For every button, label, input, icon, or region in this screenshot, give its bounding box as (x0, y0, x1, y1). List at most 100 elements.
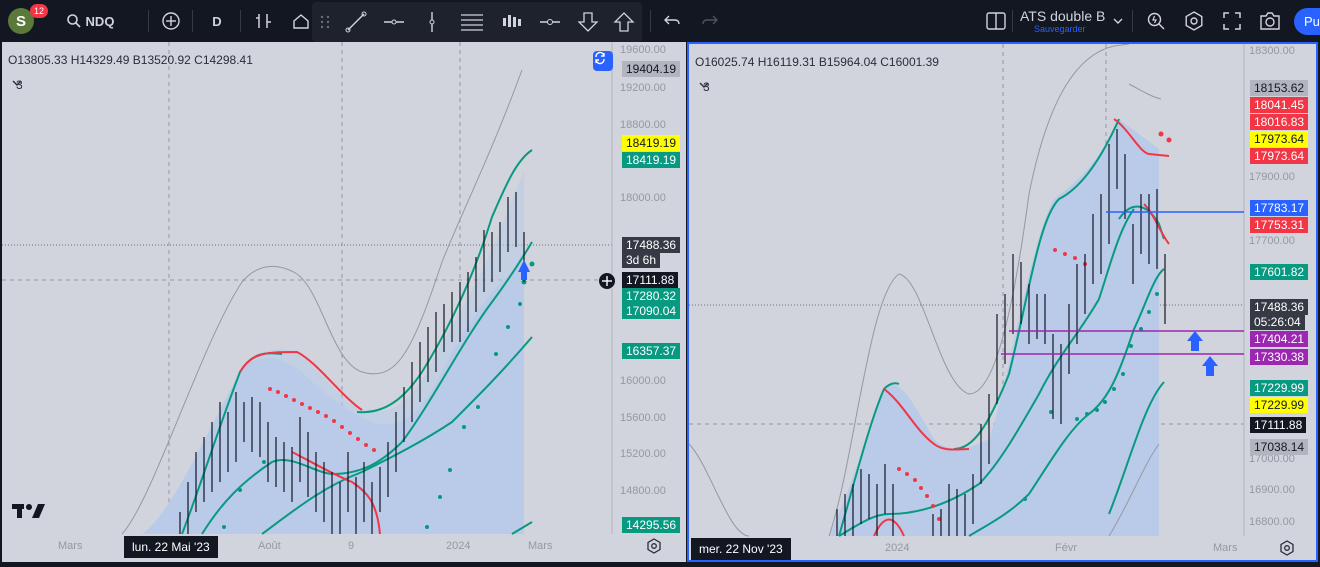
interval-button[interactable]: D (200, 0, 234, 42)
price-label: 18419.19 (622, 152, 681, 168)
price-scale-tick: 14800.00 (620, 485, 666, 497)
trend-line-tool[interactable] (340, 2, 372, 42)
price-label: 17783.17 (1250, 200, 1309, 216)
time-scale-label: 2024 (885, 542, 910, 554)
compare-symbol-button[interactable] (156, 0, 186, 42)
separator (148, 10, 149, 32)
time-scale-label: Févr (1055, 542, 1077, 554)
notification-badge[interactable]: 12 (30, 4, 48, 18)
long-position-tool[interactable] (496, 2, 528, 42)
price-label: 18016.83 (1250, 114, 1309, 130)
countdown-label: 3d 6h (622, 252, 661, 268)
plus-icon (602, 276, 612, 286)
layout-menu-toggle[interactable] (1110, 0, 1126, 42)
drag-handle[interactable] (314, 2, 336, 42)
snapshot-icon (1260, 12, 1280, 30)
publish-button[interactable]: Pu (1294, 8, 1320, 35)
price-scale-tick: 16800.00 (1249, 516, 1295, 528)
price-label: 17753.31 (1250, 217, 1309, 233)
time-scale-label: Mars (528, 540, 553, 552)
fullscreen-button[interactable] (1218, 0, 1246, 42)
price-range-icon (540, 19, 560, 25)
save-status: Sauvegarder (1034, 24, 1086, 34)
channel-tool[interactable] (454, 2, 490, 42)
vertical-line-tool[interactable] (416, 2, 448, 42)
redo-button[interactable] (696, 0, 724, 42)
time-scale-label: Mars (1213, 542, 1238, 554)
indicators-collapse-toggle[interactable]: 3 (12, 78, 23, 92)
chevron-down-icon (12, 80, 22, 86)
price-label: 17973.64 (1250, 131, 1309, 147)
gear-icon (1280, 540, 1294, 556)
price-scale-tick: 19600.00 (620, 44, 666, 56)
channel-icon (461, 14, 483, 31)
separator (240, 10, 241, 32)
horizontal-line-tool[interactable] (378, 2, 410, 42)
layout-button[interactable] (982, 0, 1010, 42)
snapshot-button[interactable] (1256, 0, 1284, 42)
price-label: 17229.99 (1250, 397, 1309, 413)
vertical-line-icon (429, 12, 435, 32)
crosshair-price-label: 17111.88 (1250, 417, 1307, 433)
add-alert-button[interactable] (598, 272, 616, 290)
time-scale-label: Mars (58, 540, 83, 552)
right-chart-pane[interactable]: O16025.74 H16119.31 B15964.04 C16001.39 … (687, 42, 1318, 562)
price-label: 17280.32 (622, 288, 681, 304)
price-range-tool[interactable] (534, 2, 566, 42)
countdown-label: 05:26:04 (1250, 314, 1305, 330)
drawing-toolbar (312, 2, 642, 42)
layout-icon (986, 12, 1006, 30)
quick-search-icon (1147, 12, 1165, 30)
indicators-button[interactable] (248, 0, 280, 42)
templates-button[interactable] (288, 0, 314, 42)
left-chart-canvas[interactable] (2, 42, 686, 562)
templates-icon (293, 14, 309, 29)
top-toolbar: S 12 NDQ D ATS double B Sauvegarder Pu (0, 0, 1320, 42)
price-scale-tick: 17900.00 (1249, 171, 1295, 183)
sync-icon (595, 51, 605, 65)
price-label: 18041.45 (1250, 97, 1309, 113)
price-label: 17090.04 (622, 303, 681, 319)
symbol-label: NDQ (85, 13, 115, 29)
search-icon (66, 14, 81, 28)
crosshair-date-label: mer. 22 Nov '23 (691, 538, 791, 560)
chevron-down-icon (1113, 18, 1123, 24)
price-label: 18419.19 (622, 135, 681, 151)
price-label: 17404.21 (1250, 331, 1309, 347)
price-scale-tick: 19200.00 (620, 82, 666, 94)
left-chart-pane[interactable]: O13805.33 H14329.49 B13520.92 C14298.41 … (2, 42, 686, 562)
last-price-label: 17488.36 (1250, 299, 1309, 315)
arrow-up-tool[interactable] (608, 2, 640, 42)
symbol-search-button[interactable]: NDQ (60, 0, 120, 42)
crosshair-date-label: lun. 22 Mai '23 (124, 536, 218, 558)
long-position-icon (503, 15, 521, 27)
indicators-icon (256, 14, 271, 28)
right-chart-canvas[interactable] (689, 44, 1318, 562)
arrow-down-tool[interactable] (572, 2, 604, 42)
undo-button[interactable] (658, 0, 686, 42)
last-price-label: 17488.36 (622, 237, 681, 253)
drag-handle-icon (320, 15, 330, 29)
chevron-down-icon (699, 82, 709, 88)
bottom-strip (0, 562, 1320, 567)
quick-search-button[interactable] (1142, 0, 1170, 42)
price-scale-tick: 16900.00 (1249, 484, 1295, 496)
arrow-down-icon (577, 12, 599, 32)
time-scale-label: 9 (348, 540, 355, 552)
settings-button[interactable] (1180, 0, 1208, 42)
arrow-up-icon (613, 12, 635, 32)
crosshair-price-label: 17111.88 (622, 272, 679, 288)
gear-icon (647, 538, 661, 554)
settings-icon (1185, 11, 1203, 31)
layout-name-button[interactable]: ATS double B Sauvegarder (1020, 8, 1116, 38)
indicators-collapse-toggle[interactable]: 3 (699, 80, 710, 94)
time-scale-label: 2024 (446, 540, 471, 552)
tradingview-logo-icon (12, 504, 45, 518)
separator (1132, 10, 1133, 32)
price-scale-tick: 18300.00 (1249, 45, 1295, 57)
price-scale-tick: 17700.00 (1249, 235, 1295, 247)
separator (650, 10, 651, 32)
sync-chart-button[interactable] (593, 51, 613, 71)
price-label: 17038.14 (1250, 439, 1309, 455)
undo-icon (664, 15, 680, 25)
